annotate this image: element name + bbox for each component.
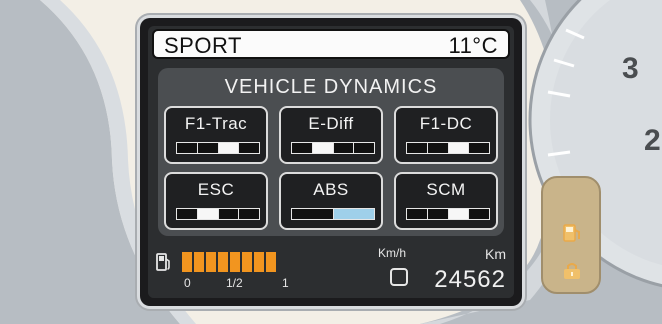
tile-esc: ESC (164, 172, 268, 230)
level-segment (427, 209, 449, 219)
tile-label: F1-DC (419, 114, 473, 133)
tile-e-diff: E-Diff (279, 106, 383, 164)
level-segment (239, 209, 259, 219)
odometer-unit: Km (485, 246, 506, 262)
tile-f1-dc: F1-DC (394, 106, 498, 164)
speed-readout (390, 268, 408, 286)
fuel-tank-icon (563, 224, 580, 242)
fuel-cell (182, 252, 192, 272)
level-segment (177, 143, 198, 153)
speed-unit: Km/h (378, 246, 407, 260)
fuel-cell (254, 252, 264, 272)
fuel-gauge (182, 252, 276, 272)
level-segment (197, 143, 219, 153)
fuel-cell (218, 252, 228, 272)
level-segment (469, 209, 489, 219)
status-bar: SPORT 11°C (152, 29, 510, 59)
drive-mode: SPORT (164, 33, 242, 58)
level-segment (354, 143, 374, 153)
level-bar (291, 142, 375, 154)
level-segment (448, 209, 470, 219)
level-segment (407, 209, 428, 219)
fuel-pump-icon (156, 253, 170, 271)
fuel-cell (206, 252, 216, 272)
fuel-door-lock-icon (564, 263, 580, 279)
tile-abs: ABS (279, 172, 383, 230)
tile-label: F1-Trac (184, 114, 248, 133)
level-bar (176, 208, 260, 220)
level-segment (239, 143, 259, 153)
level-segment (218, 209, 240, 219)
fuel-cell (194, 252, 204, 272)
fuel-scale-empty: 0 (184, 276, 191, 290)
panel-title: VEHICLE DYNAMICS (224, 76, 438, 98)
level-segment (292, 209, 334, 219)
fuel-cell (230, 252, 240, 272)
level-segment (218, 143, 240, 153)
level-bar (406, 208, 490, 220)
level-segment (312, 143, 334, 153)
tile-f1-trac: F1-Trac (164, 106, 268, 164)
fuel-cell (242, 252, 252, 272)
vehicle-dynamics-panel: VEHICLE DYNAMICS F1-Trac E-Diff F1-DC ES… (158, 68, 504, 236)
level-bar (176, 142, 260, 154)
level-bar (406, 142, 490, 154)
level-segment (333, 143, 355, 153)
level-bar (291, 208, 375, 220)
warning-lamp-panel (541, 176, 601, 294)
tile-label: ESC (197, 180, 235, 199)
level-segment (292, 143, 313, 153)
level-segment (469, 143, 489, 153)
fuel-cell (266, 252, 276, 272)
level-segment (427, 143, 449, 153)
tile-label: ABS (313, 180, 349, 199)
level-segment (448, 143, 470, 153)
tile-label: SCM (426, 180, 466, 199)
level-segment (333, 209, 374, 219)
instrument-display: SPORT 11°C VEHICLE DYNAMICS F1-Trac E-Di… (148, 26, 514, 298)
level-segment (177, 209, 198, 219)
fuel-scale-full: 1 (282, 276, 289, 290)
gauge-number-3: 3 (622, 52, 639, 85)
tile-scm: SCM (394, 172, 498, 230)
tile-label: E-Diff (308, 114, 354, 133)
level-segment (407, 143, 428, 153)
level-segment (197, 209, 219, 219)
gauge-number-2: 2 (644, 124, 661, 157)
odometer-value: 24562 (434, 266, 506, 293)
bottom-status-area: 0 1/2 1 Km/h Km 24562 (148, 242, 514, 298)
outside-temperature: 11°C (448, 33, 498, 58)
fuel-scale-half: 1/2 (226, 276, 243, 290)
